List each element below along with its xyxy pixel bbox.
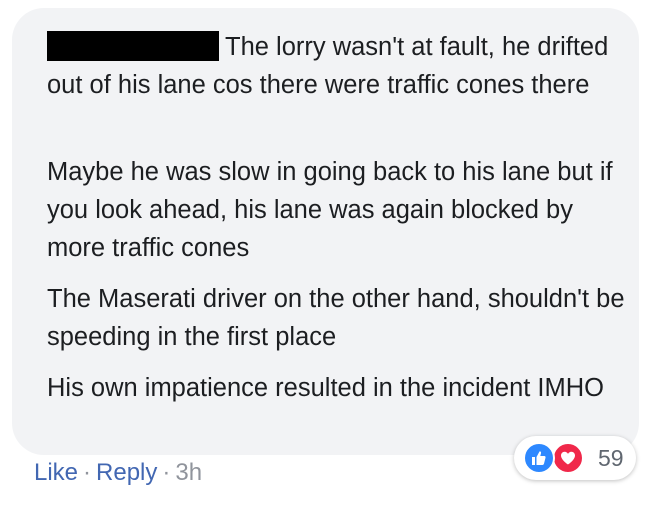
comment-paragraph: Maybe he was slow in going back to his l… — [47, 158, 613, 262]
comment-paragraph: The lorry wasn't at fault, he drifted ou… — [47, 31, 609, 99]
comment-paragraph: The Maserati driver on the other hand, s… — [47, 285, 625, 351]
timestamp[interactable]: 3h — [175, 459, 202, 486]
separator-dot: · — [83, 459, 92, 486]
separator-dot: · — [162, 459, 171, 486]
love-reaction-icon — [552, 442, 584, 474]
reactions-summary[interactable]: 59 — [514, 436, 636, 480]
reply-link[interactable]: Reply — [96, 459, 157, 486]
redacted-author-name — [47, 31, 219, 61]
like-reaction-icon — [523, 442, 555, 474]
comment-paragraph: His own impatience resulted in the incid… — [47, 374, 605, 402]
like-link[interactable]: Like — [34, 459, 78, 486]
comment-bubble: The lorry wasn't at fault, he drifted ou… — [12, 8, 639, 455]
comment-actions: Like · Reply · 3h — [34, 455, 202, 491]
reaction-count: 59 — [598, 445, 624, 471]
